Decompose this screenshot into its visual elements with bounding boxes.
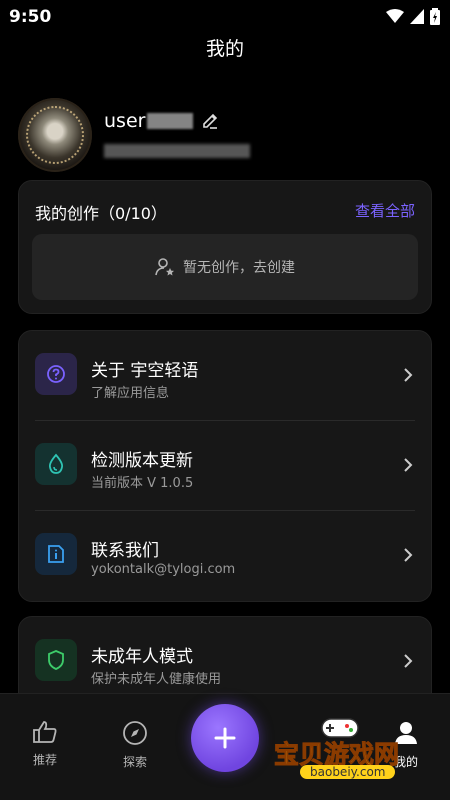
menu-subtitle: 保护未成年人健康使用	[91, 672, 222, 687]
page-title: 我的	[205, 38, 244, 60]
menu-subtitle: 当前版本 V 1.0.5	[91, 476, 194, 491]
chevron-right-icon	[404, 458, 413, 472]
thumbs-up-icon	[33, 721, 57, 743]
menu-title: 检测版本更新	[91, 451, 193, 471]
youth-icon-box	[35, 639, 77, 681]
tab-label: 探索	[122, 755, 147, 769]
menu-item-contact[interactable]: 联系我们 yokontalk@tylogi.com	[19, 511, 431, 601]
user-id-redacted	[104, 144, 250, 158]
avatar[interactable]	[18, 98, 92, 172]
my-creations-card: 我的创作（0/10） 查看全部 暂无创作，去创建	[18, 180, 432, 314]
pencil-icon[interactable]	[201, 112, 219, 130]
menu-title: 联系我们	[91, 541, 159, 561]
signal-icon	[410, 9, 424, 24]
plus-icon	[214, 727, 236, 749]
create-empty-button[interactable]: 暂无创作，去创建	[32, 234, 418, 300]
battery-icon	[430, 8, 440, 25]
settings-menu-card: 关于 宇空轻语 了解应用信息 检测版本更新 当前版本 V 1.0.5 联系我们 …	[18, 330, 432, 602]
info-icon	[48, 545, 64, 563]
menu-title: 关于 宇空轻语	[91, 361, 199, 381]
update-icon-box	[35, 443, 77, 485]
chevron-right-icon	[404, 654, 413, 668]
tab-label: 推荐	[32, 753, 57, 767]
drop-icon	[48, 453, 64, 474]
menu-subtitle: 了解应用信息	[91, 386, 170, 401]
menu-title: 未成年人模式	[91, 647, 193, 667]
wifi-icon	[386, 9, 404, 23]
menu-item-about[interactable]: 关于 宇空轻语 了解应用信息	[19, 331, 431, 421]
chevron-right-icon	[404, 548, 413, 562]
tab-recommend[interactable]: 推荐	[15, 720, 75, 768]
status-time: 9:50	[9, 7, 52, 27]
username-row[interactable]: user	[104, 110, 219, 132]
username-redacted	[147, 113, 194, 129]
menu-subtitle: yokontalk@tylogi.com	[91, 562, 236, 577]
status-bar: 9:50	[0, 0, 450, 32]
user-star-icon	[155, 258, 174, 276]
question-icon	[47, 365, 65, 383]
create-button[interactable]	[191, 704, 259, 772]
creations-title: 我的创作（0/10）	[35, 204, 167, 223]
status-icons	[386, 8, 440, 25]
shield-icon	[48, 650, 64, 670]
menu-item-update[interactable]: 检测版本更新 当前版本 V 1.0.5	[19, 421, 431, 511]
site-watermark: 宝贝游戏网 baobeiy.com	[270, 715, 420, 790]
about-icon-box	[35, 353, 77, 395]
empty-creation-text: 暂无创作，去创建	[183, 260, 295, 276]
contact-icon-box	[35, 533, 77, 575]
compass-icon	[123, 721, 147, 745]
tab-explore[interactable]: 探索	[105, 720, 165, 770]
view-all-link[interactable]: 查看全部	[355, 200, 415, 221]
watermark-url: baobeiy.com	[300, 765, 396, 779]
username: user	[104, 110, 146, 132]
profile-section: user	[18, 98, 432, 178]
chevron-right-icon	[404, 368, 413, 382]
